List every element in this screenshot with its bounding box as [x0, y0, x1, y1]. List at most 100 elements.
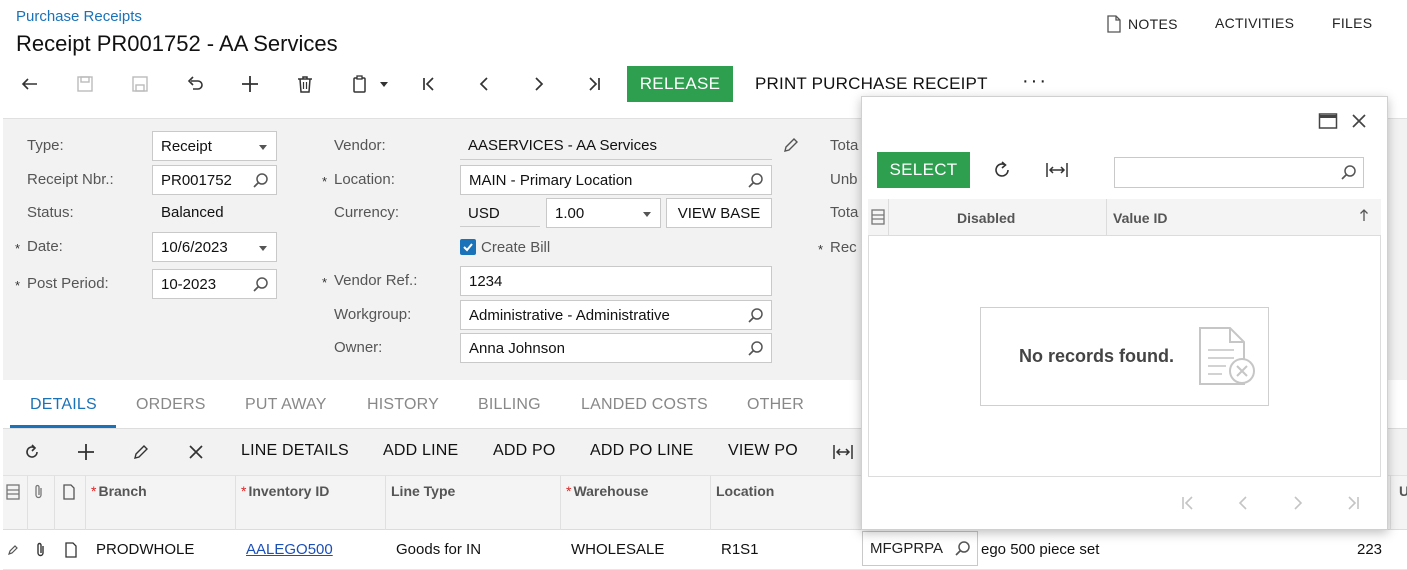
first-page-icon[interactable] — [1177, 492, 1199, 514]
column-header-value-id[interactable]: Value ID — [1113, 210, 1167, 226]
cell-description[interactable]: ego 500 piece set — [981, 541, 1099, 558]
tab-history[interactable]: HISTORY — [367, 396, 439, 414]
print-purchase-receipt-button[interactable]: PRINT PURCHASE RECEIPT — [755, 74, 988, 94]
search-icon[interactable] — [252, 276, 270, 294]
column-header-disabled[interactable]: Disabled — [957, 210, 1015, 226]
column-header-line-type[interactable]: Line Type — [391, 483, 455, 499]
fit-columns-icon[interactable] — [831, 440, 855, 464]
column-header-partial[interactable]: U — [1399, 483, 1407, 499]
workgroup-field[interactable]: Administrative - Administrative — [460, 300, 772, 330]
view-base-label: VIEW BASE — [677, 204, 761, 222]
currency-value[interactable]: USD — [468, 205, 500, 222]
delete-row-icon[interactable] — [184, 440, 208, 464]
search-icon[interactable] — [747, 172, 765, 190]
add-line-button[interactable]: ADD LINE — [383, 442, 458, 460]
search-icon[interactable] — [747, 307, 765, 325]
date-field[interactable]: 10/6/2023 — [152, 232, 277, 262]
back-icon[interactable] — [16, 70, 44, 98]
close-icon[interactable] — [1350, 112, 1368, 134]
search-icon[interactable] — [747, 340, 765, 358]
create-bill-label[interactable]: Create Bill — [481, 239, 550, 256]
cell-line-type[interactable]: Goods for IN — [396, 541, 481, 558]
copy-paste-icon[interactable] — [346, 70, 374, 98]
type-select[interactable]: Receipt — [152, 131, 277, 161]
column-header-location[interactable]: Location — [716, 483, 774, 499]
breadcrumb[interactable]: Purchase Receipts — [16, 8, 142, 25]
sort-ascending-icon — [1359, 208, 1369, 226]
tab-put-away[interactable]: PUT AWAY — [245, 396, 327, 414]
tab-other[interactable]: OTHER — [747, 396, 804, 414]
cell-location[interactable]: R1S1 — [721, 541, 759, 558]
refresh-icon[interactable] — [20, 440, 44, 464]
save-close-icon[interactable] — [71, 70, 99, 98]
search-icon[interactable] — [954, 540, 972, 558]
files-link[interactable]: FILES — [1332, 15, 1372, 31]
delete-icon[interactable] — [291, 70, 319, 98]
cell-inventory-id-link[interactable]: AALEGO500 — [246, 541, 333, 558]
fit-columns-icon[interactable] — [1045, 160, 1069, 184]
vendor-label: Vendor: — [334, 137, 386, 154]
refresh-icon[interactable] — [991, 159, 1013, 185]
vendor-ref-field[interactable]: 1234 — [460, 266, 772, 296]
undo-icon[interactable] — [181, 70, 209, 98]
currency-rate-value: 1.00 — [555, 204, 585, 222]
edit-icon[interactable] — [781, 135, 801, 155]
activities-link[interactable]: ACTIVITIES — [1215, 15, 1294, 31]
dialog-search-input[interactable] — [1114, 157, 1364, 188]
receipt-nbr-field[interactable]: PR001752 — [152, 165, 277, 195]
view-base-button[interactable]: VIEW BASE — [666, 198, 772, 228]
line-details-button[interactable]: LINE DETAILS — [241, 442, 349, 460]
next-page-icon[interactable] — [1287, 492, 1309, 514]
create-bill-checkbox[interactable] — [460, 239, 476, 255]
add-po-line-button[interactable]: ADD PO LINE — [590, 442, 694, 460]
required-mark: * — [818, 242, 824, 257]
note-icon[interactable] — [64, 542, 78, 562]
owner-field[interactable]: Anna Johnson — [460, 333, 772, 363]
tab-orders[interactable]: ORDERS — [136, 396, 206, 414]
more-menu-button[interactable]: ··· — [1022, 70, 1048, 93]
last-page-icon[interactable] — [1342, 492, 1364, 514]
cell-quantity[interactable]: 223 — [1357, 541, 1382, 558]
next-record-icon[interactable] — [525, 70, 553, 98]
first-record-icon[interactable] — [415, 70, 443, 98]
tab-details[interactable]: DETAILS — [30, 396, 97, 414]
attachment-icon[interactable] — [34, 542, 48, 562]
date-label: Date: — [27, 238, 63, 255]
chevron-down-icon — [643, 212, 651, 217]
previous-page-icon[interactable] — [1232, 492, 1254, 514]
chevron-down-icon[interactable] — [380, 82, 388, 87]
cell-warehouse[interactable]: WHOLESALE — [571, 541, 664, 558]
column-header-branch[interactable]: * Branch — [91, 483, 147, 499]
cell-branch[interactable]: PRODWHOLE — [96, 541, 194, 558]
add-icon[interactable] — [236, 70, 264, 98]
edit-icon[interactable] — [129, 440, 153, 464]
previous-record-icon[interactable] — [470, 70, 498, 98]
add-row-icon[interactable] — [74, 440, 98, 464]
column-header-inventory-id[interactable]: * Inventory ID — [241, 483, 329, 499]
column-divider — [54, 475, 55, 530]
currency-underline — [460, 226, 540, 227]
tab-landed-costs[interactable]: LANDED COSTS — [581, 396, 708, 414]
lot-serial-input[interactable]: MFGPRPA — [862, 531, 978, 566]
column-header-warehouse[interactable]: * Warehouse — [566, 483, 648, 499]
select-button[interactable]: SELECT — [877, 152, 970, 188]
unbilled-label-partial: Unb — [830, 171, 858, 188]
view-po-button[interactable]: VIEW PO — [728, 442, 798, 460]
release-button[interactable]: RELEASE — [627, 66, 733, 102]
search-icon[interactable] — [252, 172, 270, 190]
owner-label: Owner: — [334, 339, 383, 356]
total-label-partial-2: Tota — [830, 204, 859, 221]
tab-billing[interactable]: BILLING — [478, 396, 541, 414]
save-icon[interactable] — [126, 70, 154, 98]
location-field[interactable]: MAIN - Primary Location — [460, 165, 772, 195]
currency-rate-select[interactable]: 1.00 — [546, 198, 661, 228]
post-period-field[interactable]: 10-2023 — [152, 269, 277, 299]
total-label-partial: Tota — [830, 137, 859, 154]
table-row[interactable] — [3, 531, 1407, 570]
vendor-value[interactable]: AASERVICES - AA Services — [468, 137, 657, 154]
notes-link[interactable]: NOTES — [1106, 15, 1178, 33]
receipt-nbr-value: PR001752 — [161, 171, 232, 189]
maximize-icon[interactable] — [1318, 112, 1338, 134]
last-record-icon[interactable] — [580, 70, 608, 98]
add-po-button[interactable]: ADD PO — [493, 442, 556, 460]
